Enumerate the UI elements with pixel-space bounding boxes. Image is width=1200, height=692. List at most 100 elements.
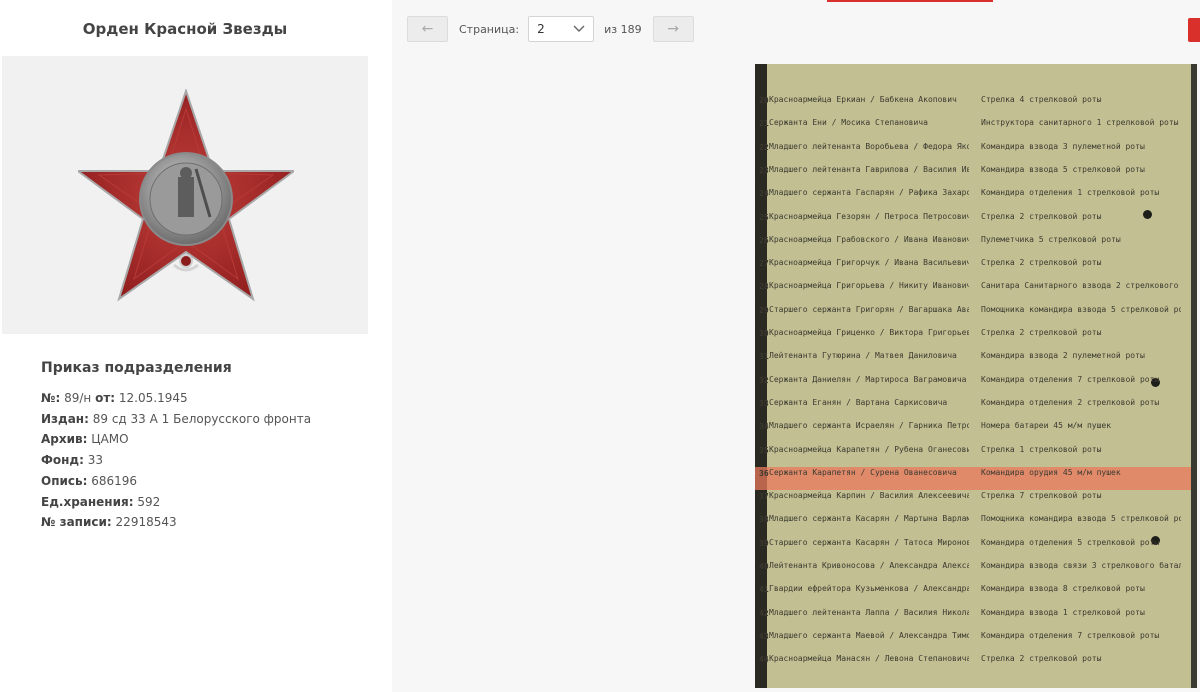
page-label: Страница: xyxy=(459,22,520,36)
row-person-name: Младшего лейтенанта Воробьева / Федора Я… xyxy=(769,141,969,151)
archive-document-scan[interactable]: 20 Красноармейца Еркиан / Бабкена Акопови… xyxy=(755,64,1197,688)
row-number: 27 xyxy=(759,259,769,269)
document-row: 29 Старшего сержанта Григорян / Вагаршака… xyxy=(755,304,1197,327)
row-position: Стрелка 2 стрелковой роты xyxy=(981,211,1102,221)
row-number: 40 xyxy=(759,562,769,571)
document-row: 32 Сержанта Даниелян / Мартироса Ваграмов… xyxy=(755,374,1197,397)
row-person-name: Младшего сержанта Касарян / Мартына Варл… xyxy=(769,514,969,524)
row-person-name: Красноармейца Карпин / Василия Алексееви… xyxy=(769,491,969,501)
document-row: 31 Лейтенанта Гутюрина / Матвея Данилович… xyxy=(755,350,1197,373)
order-archive-value: ЦАМО xyxy=(91,432,129,447)
order-storage-value: 592 xyxy=(137,494,161,509)
row-person-name: Красноармейца Гриценко / Виктора Григорь… xyxy=(769,328,969,337)
row-person-name: Красноармейца Гезорян / Петроса Петросов… xyxy=(769,211,969,221)
order-heading: Приказ подразделения xyxy=(41,360,232,376)
row-number: 21 xyxy=(759,119,769,129)
page-select[interactable]: 2 xyxy=(528,16,595,42)
order-archive-label: Архив: xyxy=(41,432,88,447)
row-position: Пулеметчика 5 стрелковой роты xyxy=(981,234,1121,244)
order-opis-line: Опись: 686196 xyxy=(41,471,361,492)
row-position: Номера батареи 45 м/м пушек xyxy=(981,421,1112,431)
document-row: 25 Красноармейца Гезорян / Петроса Петрос… xyxy=(755,211,1197,234)
row-position: Командира отделения 7 стрелковой роты xyxy=(981,630,1160,640)
document-row: 44 Красноармейца Манасян / Левона Степано… xyxy=(755,653,1197,676)
row-number: 39 xyxy=(759,538,769,548)
order-opis-label: Опись: xyxy=(41,473,88,488)
chevron-down-icon xyxy=(573,25,585,32)
award-image xyxy=(2,56,368,334)
row-number: 35 xyxy=(759,445,769,455)
row-person-name: Лейтенанта Гутюрина / Матвея Даниловича xyxy=(769,351,957,361)
row-person-name: Сержанта Даниелян / Мартироса Ваграмович… xyxy=(769,374,967,384)
document-row: 35 Красноармейца Карапетян / Рубена Огане… xyxy=(755,444,1197,467)
row-person-name: Младшего сержанта Исраелян / Гарника Пет… xyxy=(769,421,969,431)
order-date-value: 12.05.1945 xyxy=(118,391,188,405)
order-storage-line: Ед.хранения: 592 xyxy=(41,492,361,513)
row-number: 28 xyxy=(759,282,769,292)
side-tab-button[interactable] xyxy=(1188,18,1200,42)
row-person-name: Сержанта Карапетян / Сурена Ованесовича xyxy=(769,467,957,477)
row-number: 20 xyxy=(759,96,769,105)
row-position: Командира взвода 3 пулеметной роты xyxy=(981,141,1145,151)
document-row: 41 Гвардии ефрейтора Кузьменкова / Алекса… xyxy=(755,583,1197,606)
order-opis-value: 686196 xyxy=(91,473,138,488)
row-number: 32 xyxy=(759,375,769,385)
row-number: 29 xyxy=(759,305,769,315)
order-fond-value: 33 xyxy=(87,453,104,468)
row-person-name: Красноармейца Еркиан / Бабкена Акопович xyxy=(769,95,957,104)
document-row: 28 Красноармейца Григорьева / Никиту Иван… xyxy=(755,280,1197,303)
row-position: Помощника командира взвода 5 стрелковой … xyxy=(981,304,1181,314)
order-record-value: 22918543 xyxy=(115,515,177,530)
row-person-name: Младшего сержанта Маевой / Александра Ти… xyxy=(769,630,969,640)
row-number: 38 xyxy=(759,515,769,525)
row-position: Командира взвода 2 пулеметной роты xyxy=(981,351,1145,361)
row-person-name: Красноармейца Манасян / Левона Степанови… xyxy=(769,654,969,664)
prev-page-button[interactable]: ← xyxy=(407,16,448,42)
row-position: Командира отделения 7 стрелковой роты xyxy=(981,374,1160,384)
order-fond-label: Фонд: xyxy=(41,453,84,468)
row-person-name: Младшего лейтенанта Лаппа / Василия Нико… xyxy=(769,607,969,617)
row-number: 43 xyxy=(759,631,769,641)
row-number: 44 xyxy=(759,655,769,665)
row-person-name: Сержанта Еганян / Вартана Саркисовича xyxy=(769,397,948,407)
order-number-value: 89/н xyxy=(64,391,92,405)
row-number: 31 xyxy=(759,352,769,362)
document-row: 22 Младшего лейтенанта Воробьева / Федора… xyxy=(755,141,1197,164)
document-row: 24 Младшего сержанта Гаспарян / Рафика За… xyxy=(755,187,1197,210)
document-row: 39 Старшего сержанта Касарян / Татоса Мир… xyxy=(755,537,1197,560)
document-row: 33 Сержанта Еганян / Вартана Саркисовича К… xyxy=(755,397,1197,420)
arrow-left-icon: ← xyxy=(421,21,434,37)
document-row: 23 Младшего лейтенанта Гаврилова / Васили… xyxy=(755,164,1197,187)
row-number: 42 xyxy=(759,608,769,618)
document-row: 36 Сержанта Карапетян / Сурена Ованесович… xyxy=(755,466,1197,491)
row-person-name: Красноармейца Григорчук / Ивана Васильев… xyxy=(769,258,969,268)
row-person-name: Сержанта Ени / Мосика Степановича xyxy=(769,118,928,128)
order-record-label: № записи: xyxy=(41,515,112,530)
document-row: 20 Красноармейца Еркиан / Бабкена Акопови… xyxy=(755,94,1197,117)
row-position: Помощника командира взвода 5 стрелковой … xyxy=(981,514,1181,524)
row-number: 25 xyxy=(759,212,769,222)
document-row: 40 Лейтенанта Кривоносова / Александра Ал… xyxy=(755,560,1197,583)
page-select-value: 2 xyxy=(537,22,545,36)
red-star-medal-icon xyxy=(78,89,294,302)
row-number: 37 xyxy=(759,492,769,502)
row-person-name: Старшего сержанта Касарян / Татоса Мирон… xyxy=(769,537,969,547)
page-total-label: из 189 xyxy=(604,22,642,36)
document-row: 37 Красноармейца Карпин / Василия Алексее… xyxy=(755,490,1197,513)
row-position: Командира взвода 1 стрелковой роты xyxy=(981,607,1145,617)
row-person-name: Младшего сержанта Гаспарян / Рафика Заха… xyxy=(769,188,969,198)
row-person-name: Красноармейца Григорьева / Никиту Иванов… xyxy=(769,281,969,291)
row-number: 34 xyxy=(759,422,769,432)
document-row: 38 Младшего сержанта Касарян / Мартына Ва… xyxy=(755,513,1197,536)
award-title: Орден Красной Звезды xyxy=(82,20,288,38)
row-position: Командира орудия 45 м/м пушек xyxy=(981,467,1121,477)
arrow-right-icon: → xyxy=(667,21,679,37)
row-position: Командира взвода 5 стрелковой роты xyxy=(981,164,1145,174)
order-number-line: №: 89/н от: 12.05.1945 xyxy=(41,388,361,409)
document-row: 43 Младшего сержанта Маевой / Александра … xyxy=(755,630,1197,653)
row-position: Командира отделения 2 стрелковой роты xyxy=(981,397,1160,407)
row-position: Стрелка 2 стрелковой роты xyxy=(981,258,1102,268)
order-storage-label: Ед.хранения: xyxy=(41,494,134,509)
next-page-button[interactable]: → xyxy=(652,16,694,42)
row-position: Командира отделения 5 стрелковой роты xyxy=(981,537,1160,547)
